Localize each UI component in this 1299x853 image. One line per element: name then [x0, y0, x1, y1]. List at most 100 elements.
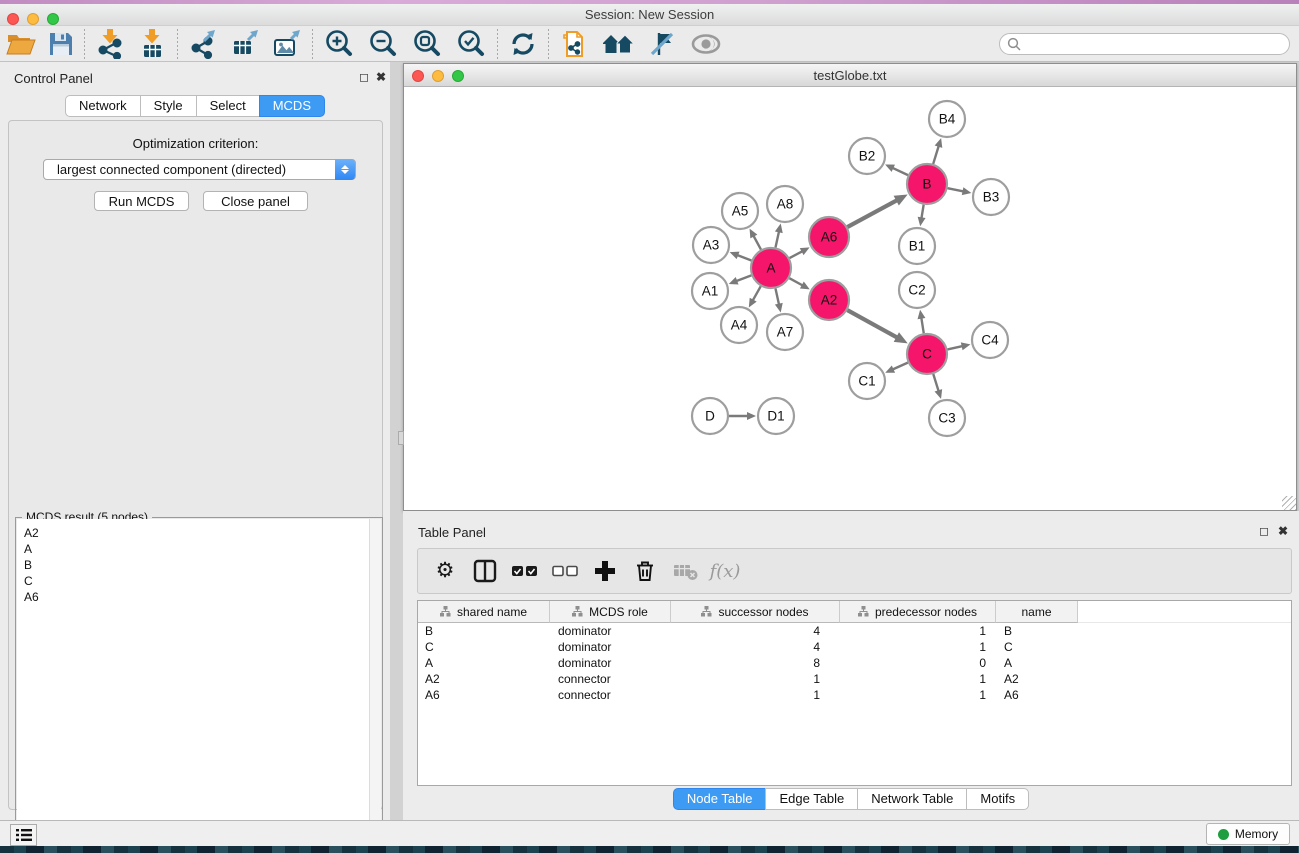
node-C2[interactable]: C2 [899, 272, 935, 308]
column-header-predecessor-nodes[interactable]: predecessor nodes [840, 601, 996, 623]
settings-gear-icon[interactable]: ⚙ [432, 560, 458, 582]
delete-column-icon[interactable] [632, 559, 658, 583]
search-input[interactable] [1021, 37, 1289, 51]
edge-B-B1[interactable] [918, 205, 926, 227]
column-header-mcds-role[interactable]: MCDS role [550, 601, 671, 623]
result-item-a6[interactable]: A6 [24, 589, 370, 605]
node-A7[interactable]: A7 [767, 314, 803, 350]
search-field[interactable] [999, 33, 1290, 55]
select-all-icon[interactable] [512, 565, 538, 577]
table-row-c[interactable]: Cdominator41C [418, 639, 1291, 655]
edge-C-C3[interactable] [933, 374, 942, 399]
edge-A-A8[interactable] [775, 224, 783, 248]
edge-A-A1[interactable] [729, 275, 752, 284]
table-row-a6[interactable]: A6connector11A6 [418, 687, 1291, 703]
node-C3[interactable]: C3 [929, 400, 965, 436]
tab-network[interactable]: Network [65, 95, 141, 117]
node-C[interactable]: C [907, 334, 947, 374]
deselect-all-icon[interactable] [552, 565, 578, 577]
tab-node-table[interactable]: Node Table [673, 788, 767, 810]
eye-icon[interactable] [683, 28, 729, 60]
edge-B-B2[interactable] [885, 164, 908, 175]
open-file-icon[interactable] [0, 28, 42, 60]
edge-A-A7[interactable] [775, 289, 783, 313]
node-D1[interactable]: D1 [758, 398, 794, 434]
node-A6[interactable]: A6 [809, 217, 849, 257]
edge-B-B3[interactable] [948, 187, 972, 195]
node-A3[interactable]: A3 [693, 227, 729, 263]
edge-A-A2[interactable] [789, 278, 809, 289]
edge-A-A6[interactable] [790, 247, 810, 258]
edge-A6-B[interactable] [847, 194, 907, 227]
table-row-a[interactable]: Adominator80A [418, 655, 1291, 671]
import-table-icon[interactable] [131, 28, 173, 60]
zoom-in-icon[interactable] [317, 28, 361, 60]
edge-A-A4[interactable] [749, 286, 761, 307]
pane-divider-grip[interactable] [398, 431, 404, 445]
node-A1[interactable]: A1 [692, 273, 728, 309]
node-B3[interactable]: B3 [973, 179, 1009, 215]
close-table-panel-icon[interactable]: ✖ [1278, 524, 1288, 538]
table-row-a2[interactable]: A2connector11A2 [418, 671, 1291, 687]
edge-A2-C[interactable] [847, 310, 907, 343]
zoom-out-icon[interactable] [361, 28, 405, 60]
tab-mcds[interactable]: MCDS [259, 95, 325, 117]
edge-C-C1[interactable] [885, 363, 908, 373]
node-A5[interactable]: A5 [722, 193, 758, 229]
float-panel-icon[interactable]: ◻ [359, 70, 369, 84]
network-canvas[interactable]: B4B2BB3A5A8A6A3B1AA1C2A2A4A7C4CC1C3DD1 [404, 88, 1296, 510]
column-header-name[interactable]: name [996, 601, 1078, 623]
edge-A-A3[interactable] [730, 252, 752, 261]
float-table-panel-icon[interactable]: ◻ [1259, 524, 1269, 538]
export-image-icon[interactable] [266, 28, 308, 60]
table-row-b[interactable]: Bdominator41B [418, 623, 1291, 639]
edge-A-A5[interactable] [750, 229, 761, 250]
copy-network-icon[interactable] [553, 28, 595, 60]
result-item-a[interactable]: A [24, 541, 370, 557]
node-A2[interactable]: A2 [809, 280, 849, 320]
node-A[interactable]: A [751, 248, 791, 288]
edge-C-C4[interactable] [947, 342, 970, 350]
edge-C-C2[interactable] [918, 310, 926, 333]
toggle-labels-icon[interactable] [641, 28, 683, 60]
column-header-shared-name[interactable]: shared name [418, 601, 550, 623]
node-B4[interactable]: B4 [929, 101, 965, 137]
export-table-icon[interactable] [224, 28, 266, 60]
memory-button[interactable]: Memory [1206, 823, 1290, 845]
close-window-button[interactable] [7, 13, 19, 25]
criterion-dropdown[interactable]: largest connected component (directed) [43, 159, 356, 180]
run-mcds-button[interactable]: Run MCDS [94, 191, 189, 211]
zoom-selected-icon[interactable] [449, 28, 493, 60]
result-list-scrollbar[interactable] [369, 519, 381, 853]
home-icon[interactable] [595, 28, 641, 60]
window-resize-grip[interactable] [1282, 496, 1296, 510]
network-close-button[interactable] [412, 70, 424, 82]
edge-B-B4[interactable] [933, 138, 942, 164]
add-column-icon[interactable] [592, 560, 618, 582]
network-maximize-button[interactable] [452, 70, 464, 82]
node-C1[interactable]: C1 [849, 363, 885, 399]
tab-network-table[interactable]: Network Table [857, 788, 967, 810]
network-window-titlebar[interactable]: testGlobe.txt [404, 64, 1296, 87]
node-C4[interactable]: C4 [972, 322, 1008, 358]
node-D[interactable]: D [692, 398, 728, 434]
refresh-view-icon[interactable] [502, 28, 544, 60]
task-history-button[interactable] [10, 824, 37, 846]
node-B[interactable]: B [907, 164, 947, 204]
node-B2[interactable]: B2 [849, 138, 885, 174]
close-panel-icon[interactable]: ✖ [376, 70, 386, 84]
node-A8[interactable]: A8 [767, 186, 803, 222]
export-network-icon[interactable] [182, 28, 224, 60]
zoom-fit-icon[interactable] [405, 28, 449, 60]
result-item-c[interactable]: C [24, 573, 370, 589]
show-columns-icon[interactable] [472, 559, 498, 583]
maximize-window-button[interactable] [47, 13, 59, 25]
network-minimize-button[interactable] [432, 70, 444, 82]
column-header-successor-nodes[interactable]: successor nodes [671, 601, 840, 623]
result-item-a2[interactable]: A2 [24, 525, 370, 541]
save-session-icon[interactable] [42, 28, 80, 60]
edge-D-D1[interactable] [729, 412, 756, 420]
tab-edge-table[interactable]: Edge Table [765, 788, 858, 810]
minimize-window-button[interactable] [27, 13, 39, 25]
import-network-icon[interactable] [89, 28, 131, 60]
